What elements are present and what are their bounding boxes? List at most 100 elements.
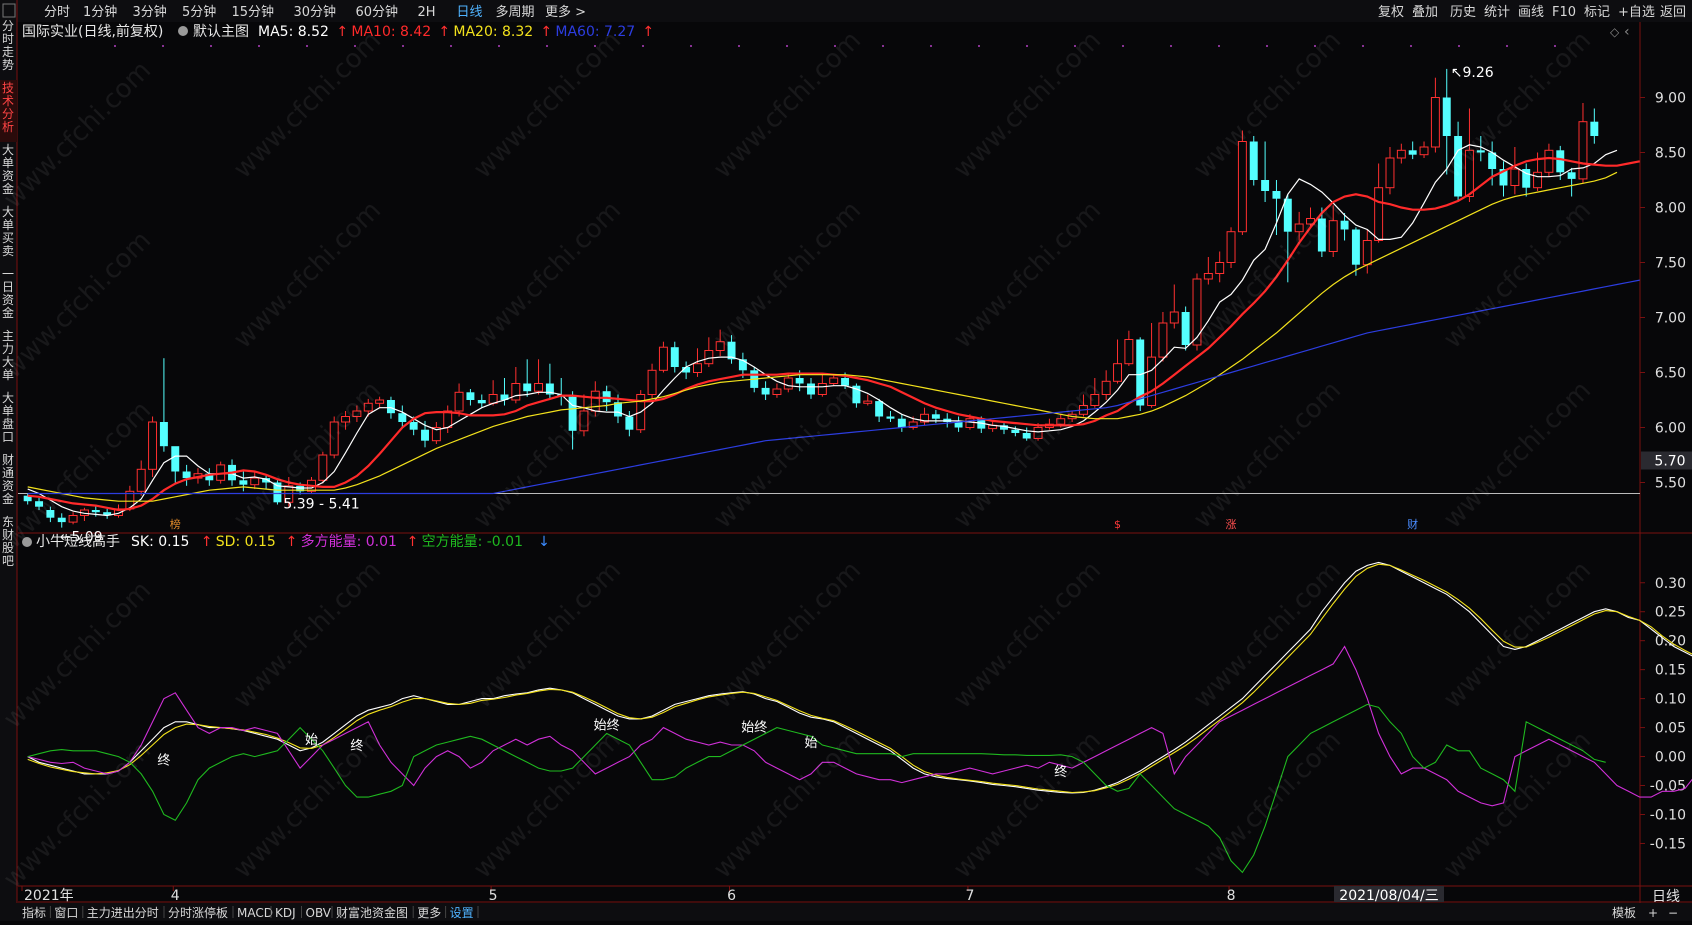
toolbar-btn-3[interactable]: 统计 <box>1484 5 1510 20</box>
ma-arrow-0: ↑ <box>336 24 348 40</box>
bottom-tab-7[interactable]: 财富池资金图 <box>336 905 408 920</box>
event-marker-1[interactable]: $ <box>1114 518 1121 531</box>
bottom-right-btn-1[interactable]: + <box>1648 906 1658 920</box>
candle-up <box>375 399 385 404</box>
y-tick-label-7: 9.00 <box>1655 91 1686 107</box>
left-tab-5[interactable]: 主力大单 <box>2 329 14 382</box>
candle-up <box>863 400 873 404</box>
bottom-tab-1[interactable]: 窗口 <box>54 906 78 920</box>
candle-down <box>159 422 168 447</box>
candle-down <box>409 422 418 430</box>
bottom-tab-3[interactable]: 分时涨停板 <box>168 905 228 920</box>
period-tab-7[interactable]: 2H <box>418 5 436 20</box>
event-marker-3[interactable]: 财 <box>1407 517 1418 531</box>
toolbar-btn-1[interactable]: 叠加 <box>1412 5 1438 20</box>
candle-up <box>693 363 702 374</box>
collapse-icon[interactable]: ‹ <box>1624 24 1630 40</box>
ind-tick-label-4: 0.10 <box>1655 692 1686 708</box>
candle-up <box>829 377 839 384</box>
candle-down <box>670 347 679 367</box>
toolbar-btn-2[interactable]: 历史 <box>1450 5 1476 20</box>
left-tab-6[interactable]: 大单盘口 <box>2 391 14 444</box>
candle-up <box>1158 322 1168 358</box>
candle-down <box>1408 150 1417 155</box>
period-tab-5[interactable]: 30分钟 <box>294 4 337 20</box>
candle-up <box>1430 97 1440 148</box>
toolbar-btn-5[interactable]: F10 <box>1552 5 1576 20</box>
period-tab-6[interactable]: 60分钟 <box>356 4 399 20</box>
settings-gear-icon[interactable] <box>178 26 188 36</box>
event-marker-0[interactable]: 榜 <box>170 517 181 531</box>
event-marker-2[interactable]: 涨 <box>1226 518 1237 531</box>
period-tab-2[interactable]: 3分钟 <box>133 4 167 20</box>
candle-down <box>421 429 429 441</box>
top-dot-marker <box>1266 45 1268 47</box>
candle-up <box>454 391 464 412</box>
top-dot-marker <box>450 45 452 47</box>
left-tab-4[interactable]: 一日资金 <box>2 267 14 320</box>
top-dot-marker <box>1074 45 1076 47</box>
period-tab-9[interactable]: 多周期 <box>496 4 535 20</box>
indicator-settings-icon[interactable] <box>22 537 32 547</box>
ma-legend-0: MA5: 8.52 <box>258 24 329 40</box>
candle-up <box>136 468 146 492</box>
bottom-tab-8[interactable]: 更多 <box>417 906 441 920</box>
y-tick-label-2: 6.50 <box>1655 366 1686 382</box>
candle-up <box>1056 418 1066 425</box>
period-tab-1[interactable]: 1分钟 <box>83 4 117 20</box>
top-dot-marker <box>642 45 644 47</box>
left-tab-1[interactable]: 技术分析 <box>2 81 14 134</box>
bottom-tab-4[interactable]: MACD <box>237 906 273 920</box>
candle-down <box>1351 229 1360 265</box>
candle-up <box>1294 223 1304 233</box>
indicator-arrow-0: ↑ <box>201 534 213 550</box>
top-dot-marker <box>114 45 116 47</box>
top-dot-marker <box>306 45 308 47</box>
period-tab-4[interactable]: 15分钟 <box>232 4 275 20</box>
candle-down <box>1249 141 1258 180</box>
period-tab-8[interactable]: 日线 <box>457 5 483 20</box>
candle-up <box>250 477 260 486</box>
diamond-icon[interactable]: ◇ <box>1610 25 1620 39</box>
candle-up <box>1396 149 1406 159</box>
indicator-title[interactable]: 小牛短线高手 <box>36 533 120 550</box>
period-tab-3[interactable]: 5分钟 <box>182 4 216 20</box>
period-tab-0[interactable]: 分时 <box>44 5 70 20</box>
left-tab-3[interactable]: 大单买卖 <box>2 205 14 258</box>
bottom-tab-2[interactable]: 主力进出分时 <box>87 906 159 920</box>
ma-legend-3: MA60: 7.27 <box>555 24 635 40</box>
bottom-right-btn-0[interactable]: 模板 <box>1612 906 1636 920</box>
bottom-tab-6[interactable]: OBV <box>306 906 332 920</box>
toolbar-btn-4[interactable]: 画线 <box>1518 5 1544 20</box>
candle-down <box>91 510 100 513</box>
ind-tick-label-5: 0.05 <box>1655 721 1686 737</box>
candle-down <box>1022 433 1031 439</box>
candle-down <box>57 517 66 523</box>
chart-canvas[interactable]: 分时 1分钟 3分钟 5分钟 15分钟 30分钟 60分钟 2H 日线 多周期 更多 > 复权 叠加 历史… <box>0 0 1692 921</box>
left-tab-2[interactable]: 大单资金 <box>2 143 14 196</box>
period-tab-10[interactable]: 更多 > <box>545 4 586 20</box>
signal-label-1: 始 <box>305 733 318 748</box>
ind-tick-label-3: 0.15 <box>1655 663 1686 679</box>
bottom-tab-9[interactable]: 设置 <box>450 906 474 920</box>
candle-down <box>171 446 180 472</box>
toolbar-btn-0[interactable]: 复权 <box>1378 4 1404 20</box>
y-tick-label-0: 5.50 <box>1655 476 1686 492</box>
toolbar-btn-7[interactable]: +自选 <box>1618 5 1655 20</box>
left-tab-0[interactable]: 分时走势 <box>2 19 14 72</box>
indicator-arrow-2: ↑ <box>407 534 419 550</box>
top-dot-marker <box>882 45 884 47</box>
bottom-tab-0[interactable]: 指标 <box>22 905 46 920</box>
main-chart-mode[interactable]: 默认主图 <box>193 24 249 40</box>
signal-label-6: 终 <box>1054 764 1067 780</box>
date-label-2: 5 <box>489 888 498 904</box>
toolbar-btn-6[interactable]: 标记 <box>1584 5 1610 20</box>
candle-down <box>1567 172 1576 179</box>
indicator-legend-1: SD: 0.15 <box>216 534 276 550</box>
bottom-right-btn-2[interactable]: − <box>1668 906 1678 920</box>
bottom-tab-5[interactable]: KDJ <box>275 906 296 920</box>
left-tab-7[interactable]: 财通资金 <box>2 453 14 506</box>
left-tab-8[interactable]: 东财股吧 <box>2 515 14 568</box>
toolbar-btn-8[interactable]: 返回 <box>1660 5 1686 20</box>
top-dot-marker <box>594 45 596 47</box>
